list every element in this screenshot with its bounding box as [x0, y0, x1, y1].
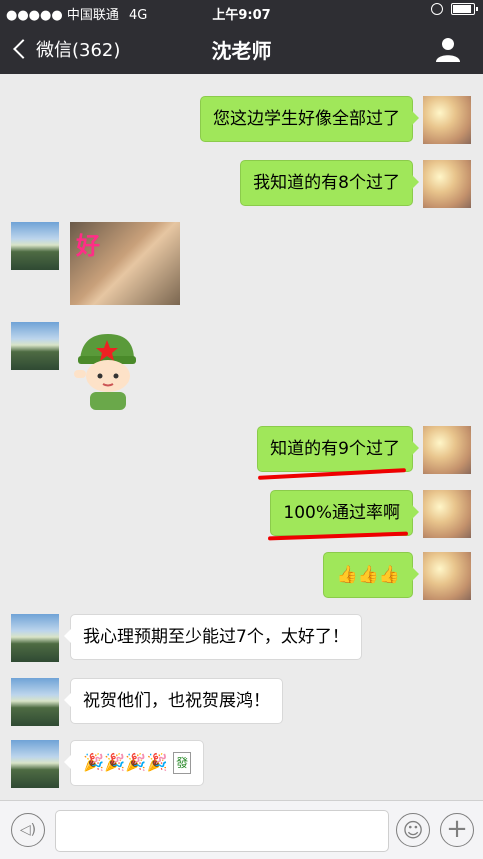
mahjong-tile-emoji: 發: [173, 752, 192, 774]
clock: 上午9:07: [212, 8, 271, 23]
nav-bar: 微信(362) 沈老师: [0, 24, 483, 74]
my-message-bubble[interactable]: 知道的有9个过了: [257, 426, 419, 472]
contact-avatar[interactable]: [11, 322, 59, 370]
status-icons: [431, 3, 478, 15]
my-avatar[interactable]: [423, 490, 471, 538]
my-avatar[interactable]: [423, 552, 471, 600]
my-message-bubble[interactable]: 我知道的有8个过了: [240, 160, 419, 206]
contact-avatar[interactable]: [11, 222, 59, 270]
sticker-image[interactable]: 好: [70, 222, 180, 305]
my-message-bubble[interactable]: 100%通过率啊: [270, 490, 419, 536]
contact-avatar[interactable]: [11, 678, 59, 726]
emoji-icon[interactable]: ☺: [396, 813, 430, 847]
contact-avatar[interactable]: [11, 740, 59, 788]
my-emoji-bubble[interactable]: 👍👍👍: [323, 552, 419, 598]
contact-message-bubble[interactable]: 我心理预期至少能过7个，太好了！: [64, 614, 362, 660]
contact-emoji-bubble[interactable]: 🎉🎉🎉🎉 發: [63, 740, 205, 786]
party-popper-emojis: 🎉🎉🎉🎉: [83, 753, 168, 773]
plus-icon[interactable]: +: [440, 813, 474, 847]
contact-message-bubble[interactable]: 祝贺他们，也祝贺展鸿！: [64, 678, 283, 724]
my-message-bubble[interactable]: 您这边学生好像全部过了: [200, 96, 419, 142]
my-avatar[interactable]: [423, 96, 471, 144]
message-input[interactable]: [55, 810, 389, 852]
voice-icon[interactable]: ◁): [11, 813, 45, 847]
chat-title: 沈老师: [211, 39, 272, 63]
chat-area[interactable]: 您这边学生好像全部过了 我知道的有8个过了 好 知道的有9个过了 100%通过率…: [0, 74, 483, 800]
soldier-sticker[interactable]: [72, 330, 142, 412]
my-avatar[interactable]: [423, 426, 471, 474]
battery-icon: [451, 3, 478, 15]
contact-avatar[interactable]: [11, 614, 59, 662]
status-bar: ●●●●● 中国联通 4G 上午9:07: [0, 0, 483, 24]
person-icon[interactable]: [435, 36, 461, 62]
sticker-caption: 好: [76, 232, 100, 260]
my-avatar[interactable]: [423, 160, 471, 208]
lock-rotation-icon: [431, 3, 443, 15]
input-bar: ◁) ☺ +: [0, 800, 483, 859]
